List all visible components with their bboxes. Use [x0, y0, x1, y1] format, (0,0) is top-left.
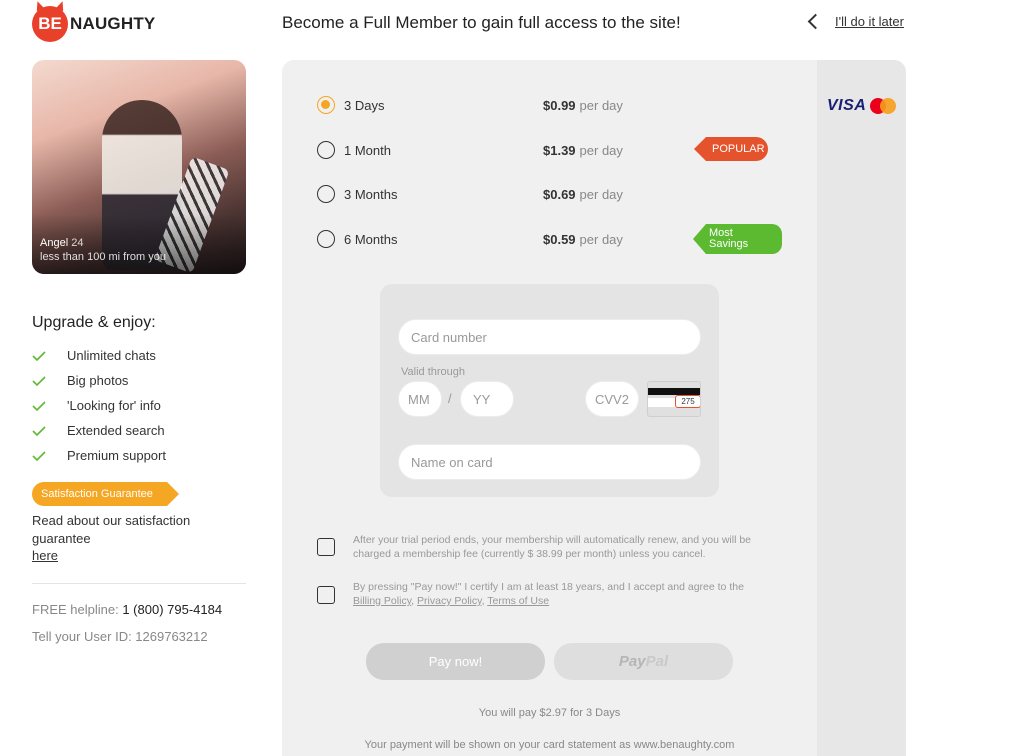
- brand-logo[interactable]: BE NAUGHTY: [32, 6, 155, 42]
- plan-name: 3 Days: [344, 97, 385, 113]
- radio-button[interactable]: [317, 185, 335, 203]
- expiry-month-input[interactable]: MM: [398, 381, 442, 417]
- profile-age: 24: [71, 237, 84, 249]
- plan-price-unit: per day: [579, 231, 623, 247]
- brand-logo-text: NAUGHTY: [70, 14, 156, 33]
- brand-logo-devil-icon: BE: [32, 6, 68, 42]
- helpline-number: 1 (800) 795-4184: [122, 602, 223, 617]
- divider: [32, 583, 246, 584]
- do-it-later-label[interactable]: I'll do it later: [835, 14, 904, 29]
- cvv-hint-card-icon: 275: [647, 381, 701, 417]
- feature-label: Unlimited chats: [67, 348, 156, 363]
- helpline: FREE helpline: 1 (800) 795-4184: [32, 602, 222, 617]
- age-terms-agreement: By pressing "Pay now!" I certify I am at…: [317, 581, 744, 607]
- terms-text: By pressing "Pay now!" I certify I am at…: [353, 580, 783, 608]
- plan-price-value: $0.99: [543, 97, 576, 113]
- checkmark-icon: [32, 349, 46, 363]
- radio-button-selected[interactable]: [317, 96, 335, 114]
- user-id-text: Tell your User ID: 1269763212: [32, 629, 208, 644]
- chevron-left-icon: [807, 13, 824, 30]
- plan-option-3-months[interactable]: 3 Months $0.69 per day: [317, 184, 797, 204]
- statement-note: Your payment will be shown on your card …: [364, 739, 735, 751]
- visa-logo-icon: VISA: [827, 97, 867, 114]
- terms-of-use-link[interactable]: Terms of Use: [487, 595, 549, 607]
- feature-label: Big photos: [67, 373, 129, 388]
- radio-button[interactable]: [317, 230, 335, 248]
- terms-statement: By pressing "Pay now!" I certify I am at…: [353, 581, 744, 593]
- billing-policy-link[interactable]: Billing Policy: [353, 595, 411, 607]
- payment-panel: VISA 3 Days $0.99 per day 1 Month $1.39 pe…: [282, 60, 906, 756]
- payment-brands-column: [817, 60, 906, 756]
- satisfaction-link[interactable]: here: [32, 548, 58, 563]
- satisfaction-guarantee-badge: Satisfaction Guarantee: [32, 482, 179, 506]
- mastercard-logo-icon: [870, 98, 897, 114]
- feature-item: Extended search: [32, 418, 166, 443]
- name-on-card-input[interactable]: Name on card: [398, 444, 701, 480]
- auto-renew-text: After your trial period ends, your membe…: [353, 534, 752, 560]
- plan-name: 3 Months: [344, 186, 398, 202]
- feature-item: 'Looking for' info: [32, 393, 166, 418]
- payment-brands: VISA: [827, 97, 897, 115]
- page-title: Become a Full Member to gain full access…: [282, 13, 681, 32]
- expiry-separator: /: [448, 391, 452, 406]
- privacy-policy-link[interactable]: Privacy Policy: [417, 595, 482, 607]
- plan-price: $0.59 per day: [543, 232, 623, 247]
- auto-renew-agreement: After your trial period ends, your membe…: [317, 534, 751, 560]
- plan-price-unit: per day: [579, 97, 623, 113]
- profile-photo-card[interactable]: Angel 24 less than 100 mi from you: [32, 60, 246, 274]
- helpline-label: FREE helpline:: [32, 602, 119, 617]
- card-form: Card number Valid through MM / YY CVV2 2…: [380, 284, 719, 497]
- paypal-button[interactable]: Pay Pal: [554, 643, 733, 680]
- plan-name: 1 Month: [344, 142, 391, 158]
- card-number-input[interactable]: Card number: [398, 319, 701, 355]
- plan-name: 6 Months: [344, 231, 398, 247]
- most-savings-tag: Most Savings: [693, 224, 782, 254]
- plan-price-unit: per day: [579, 142, 623, 158]
- profile-name-line: Angel 24: [40, 237, 83, 249]
- popular-tag: POPULAR: [694, 137, 768, 161]
- checkmark-icon: [32, 424, 46, 438]
- feature-item: Big photos: [32, 368, 166, 393]
- feature-label: Premium support: [67, 448, 166, 463]
- plan-price-value: $0.59: [543, 231, 576, 247]
- plan-price: $0.99 per day: [543, 98, 623, 113]
- plan-price: $1.39 per day: [543, 143, 623, 158]
- expiry-year-input[interactable]: YY: [460, 381, 514, 417]
- radio-button[interactable]: [317, 141, 335, 159]
- feature-label: 'Looking for' info: [67, 398, 161, 413]
- satisfaction-text: Read about our satisfaction guarantee: [32, 513, 191, 546]
- terms-checkbox[interactable]: [317, 586, 335, 604]
- feature-item: Premium support: [32, 443, 166, 468]
- plan-price-value: $0.69: [543, 186, 576, 202]
- most-savings-tag-text: Most Savings: [709, 228, 748, 250]
- valid-through-label: Valid through: [401, 366, 466, 378]
- auto-renew-checkbox[interactable]: [317, 538, 335, 556]
- plan-price-value: $1.39: [543, 142, 576, 158]
- pay-now-button[interactable]: Pay now!: [366, 643, 545, 680]
- do-it-later-link[interactable]: I'll do it later: [806, 13, 904, 30]
- checkmark-icon: [32, 399, 46, 413]
- feature-list: Unlimited chats Big photos 'Looking for'…: [32, 343, 166, 468]
- feature-label: Extended search: [67, 423, 165, 438]
- paypal-logo-pay: Pay: [618, 653, 646, 670]
- checkmark-icon: [32, 449, 46, 463]
- feature-item: Unlimited chats: [32, 343, 166, 368]
- profile-distance: less than 100 mi from you: [40, 251, 166, 263]
- upgrade-title: Upgrade & enjoy:: [32, 314, 156, 331]
- checkmark-icon: [32, 374, 46, 388]
- plan-price-unit: per day: [579, 186, 623, 202]
- paypal-logo-pal: Pal: [645, 653, 669, 670]
- plan-option-3-days[interactable]: 3 Days $0.99 per day: [317, 95, 797, 115]
- payment-summary: You will pay $2.97 for 3 Days: [478, 707, 621, 719]
- plan-price: $0.69 per day: [543, 187, 623, 202]
- most-savings-line-2: Savings: [709, 238, 749, 250]
- profile-name: Angel: [40, 237, 69, 249]
- cvv-input[interactable]: CVV2: [585, 381, 639, 417]
- cvv-sample-number: 275: [675, 395, 700, 408]
